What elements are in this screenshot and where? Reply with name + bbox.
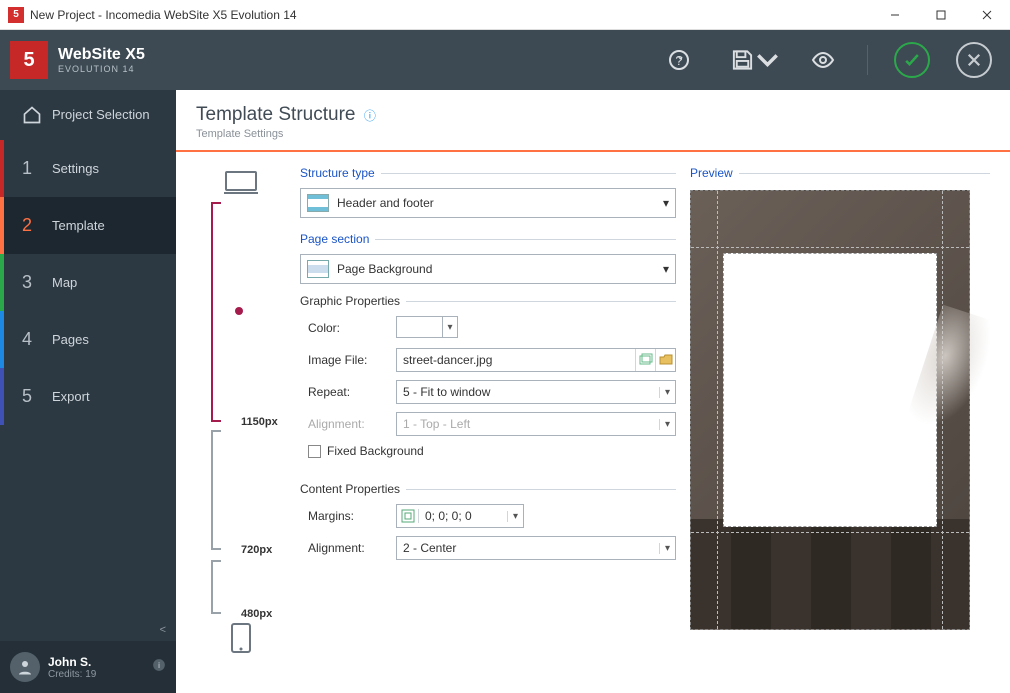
mobile-icon (230, 622, 252, 654)
desktop-icon (224, 170, 258, 196)
breakpoint-label-1: 1150px (241, 416, 278, 428)
label-repeat: Repeat: (300, 385, 396, 399)
page-title: Template Structure (196, 104, 355, 126)
margins-input[interactable]: 0; 0; 0; 0▾ (396, 504, 524, 528)
legend-preview: Preview (690, 166, 733, 180)
breakpoint-dot-1[interactable] (235, 307, 243, 315)
legend-page-section: Page section (300, 232, 369, 246)
step-export[interactable]: 5 Export (0, 368, 176, 425)
repeat-select[interactable]: 5 - Fit to window▾ (396, 380, 676, 404)
fixed-background-checkbox[interactable]: Fixed Background (300, 444, 676, 458)
step-map[interactable]: 3 Map (0, 254, 176, 311)
step-pages[interactable]: 4 Pages (0, 311, 176, 368)
preview-canvas[interactable] (690, 190, 970, 630)
svg-text:?: ? (675, 53, 682, 68)
color-picker[interactable]: ▾ (396, 316, 458, 338)
close-button[interactable] (964, 0, 1010, 30)
step-sidebar: Project Selection 1 Settings 2 Template … (0, 90, 176, 693)
step-label: Project Selection (52, 107, 150, 123)
folder-open-icon[interactable] (655, 349, 675, 371)
step-label: Export (52, 389, 90, 404)
user-name: John S. (48, 655, 96, 669)
image-file-input[interactable]: street-dancer.jpg (396, 348, 676, 372)
confirm-button[interactable] (894, 42, 930, 78)
step-settings[interactable]: 1 Settings (0, 140, 176, 197)
page-section-select[interactable]: Page Background ▾ (300, 254, 676, 284)
form-panel: Structure type Header and footer ▾ Page … (300, 166, 676, 683)
cancel-button[interactable] (956, 42, 992, 78)
accent-pages (0, 311, 4, 368)
label-content-alignment: Alignment: (300, 541, 396, 555)
gallery-icon[interactable] (635, 349, 655, 371)
window-title: New Project - Incomedia WebSite X5 Evolu… (30, 8, 297, 22)
preview-button[interactable] (805, 42, 841, 78)
step-template[interactable]: 2 Template (0, 197, 176, 254)
accent-map (0, 254, 4, 311)
app-icon: 5 (8, 7, 24, 23)
avatar (10, 652, 40, 682)
label-alignment: Alignment: (300, 417, 396, 431)
preview-panel: Preview (690, 166, 990, 683)
header-footer-icon (307, 194, 329, 212)
step-project-selection[interactable]: Project Selection (0, 90, 176, 140)
structure-type-select[interactable]: Header and footer ▾ (300, 188, 676, 218)
label-margins: Margins: (300, 509, 396, 523)
group-content-properties: Content Properties (300, 482, 400, 496)
window-titlebar: 5 New Project - Incomedia WebSite X5 Evo… (0, 0, 1010, 30)
main-area: Template Structure ⓘ Template Settings 1… (176, 90, 1010, 693)
info-icon[interactable]: ⓘ (364, 109, 376, 123)
help-button[interactable]: ? (657, 42, 705, 78)
margins-icon (397, 509, 419, 523)
alignment-select: 1 - Top - Left▾ (396, 412, 676, 436)
accent-export (0, 368, 4, 425)
user-block[interactable]: John S. Credits: 19 i (0, 641, 176, 693)
page-subtitle: Template Settings (196, 128, 990, 140)
info-icon[interactable]: i (152, 658, 166, 677)
breakpoint-ruler: 1150px 720px 480px (196, 166, 286, 683)
step-label: Map (52, 275, 77, 290)
legend-structure-type: Structure type (300, 166, 375, 180)
sidebar-collapse[interactable]: < (0, 619, 176, 641)
breakpoint-label-2: 720px (241, 544, 272, 556)
save-button[interactable] (731, 42, 779, 78)
breakpoint-label-3: 480px (241, 608, 272, 620)
brand-logo-icon: 5 (10, 41, 48, 79)
brand-text: WebSite X5 EVOLUTION 14 (58, 46, 145, 74)
accent-template (0, 197, 4, 254)
home-icon (22, 105, 52, 125)
page-header: Template Structure ⓘ Template Settings (176, 90, 1010, 152)
toolbar-separator (867, 45, 868, 75)
minimize-button[interactable] (872, 0, 918, 30)
svg-text:i: i (158, 660, 160, 669)
chevron-down-icon: ▾ (663, 262, 669, 276)
maximize-button[interactable] (918, 0, 964, 30)
label-image-file: Image File: (300, 353, 396, 367)
user-credits: Credits: 19 (48, 669, 96, 680)
chevron-down-icon: ▾ (663, 196, 669, 210)
page-background-icon (307, 260, 329, 278)
label-color: Color: (300, 321, 396, 335)
step-label: Template (52, 218, 105, 233)
step-label: Settings (52, 161, 99, 176)
group-graphic-properties: Graphic Properties (300, 294, 400, 308)
content-alignment-select[interactable]: 2 - Center▾ (396, 536, 676, 560)
accent-settings (0, 140, 4, 197)
app-header: 5 WebSite X5 EVOLUTION 14 ? (0, 30, 1010, 90)
step-label: Pages (52, 332, 89, 347)
